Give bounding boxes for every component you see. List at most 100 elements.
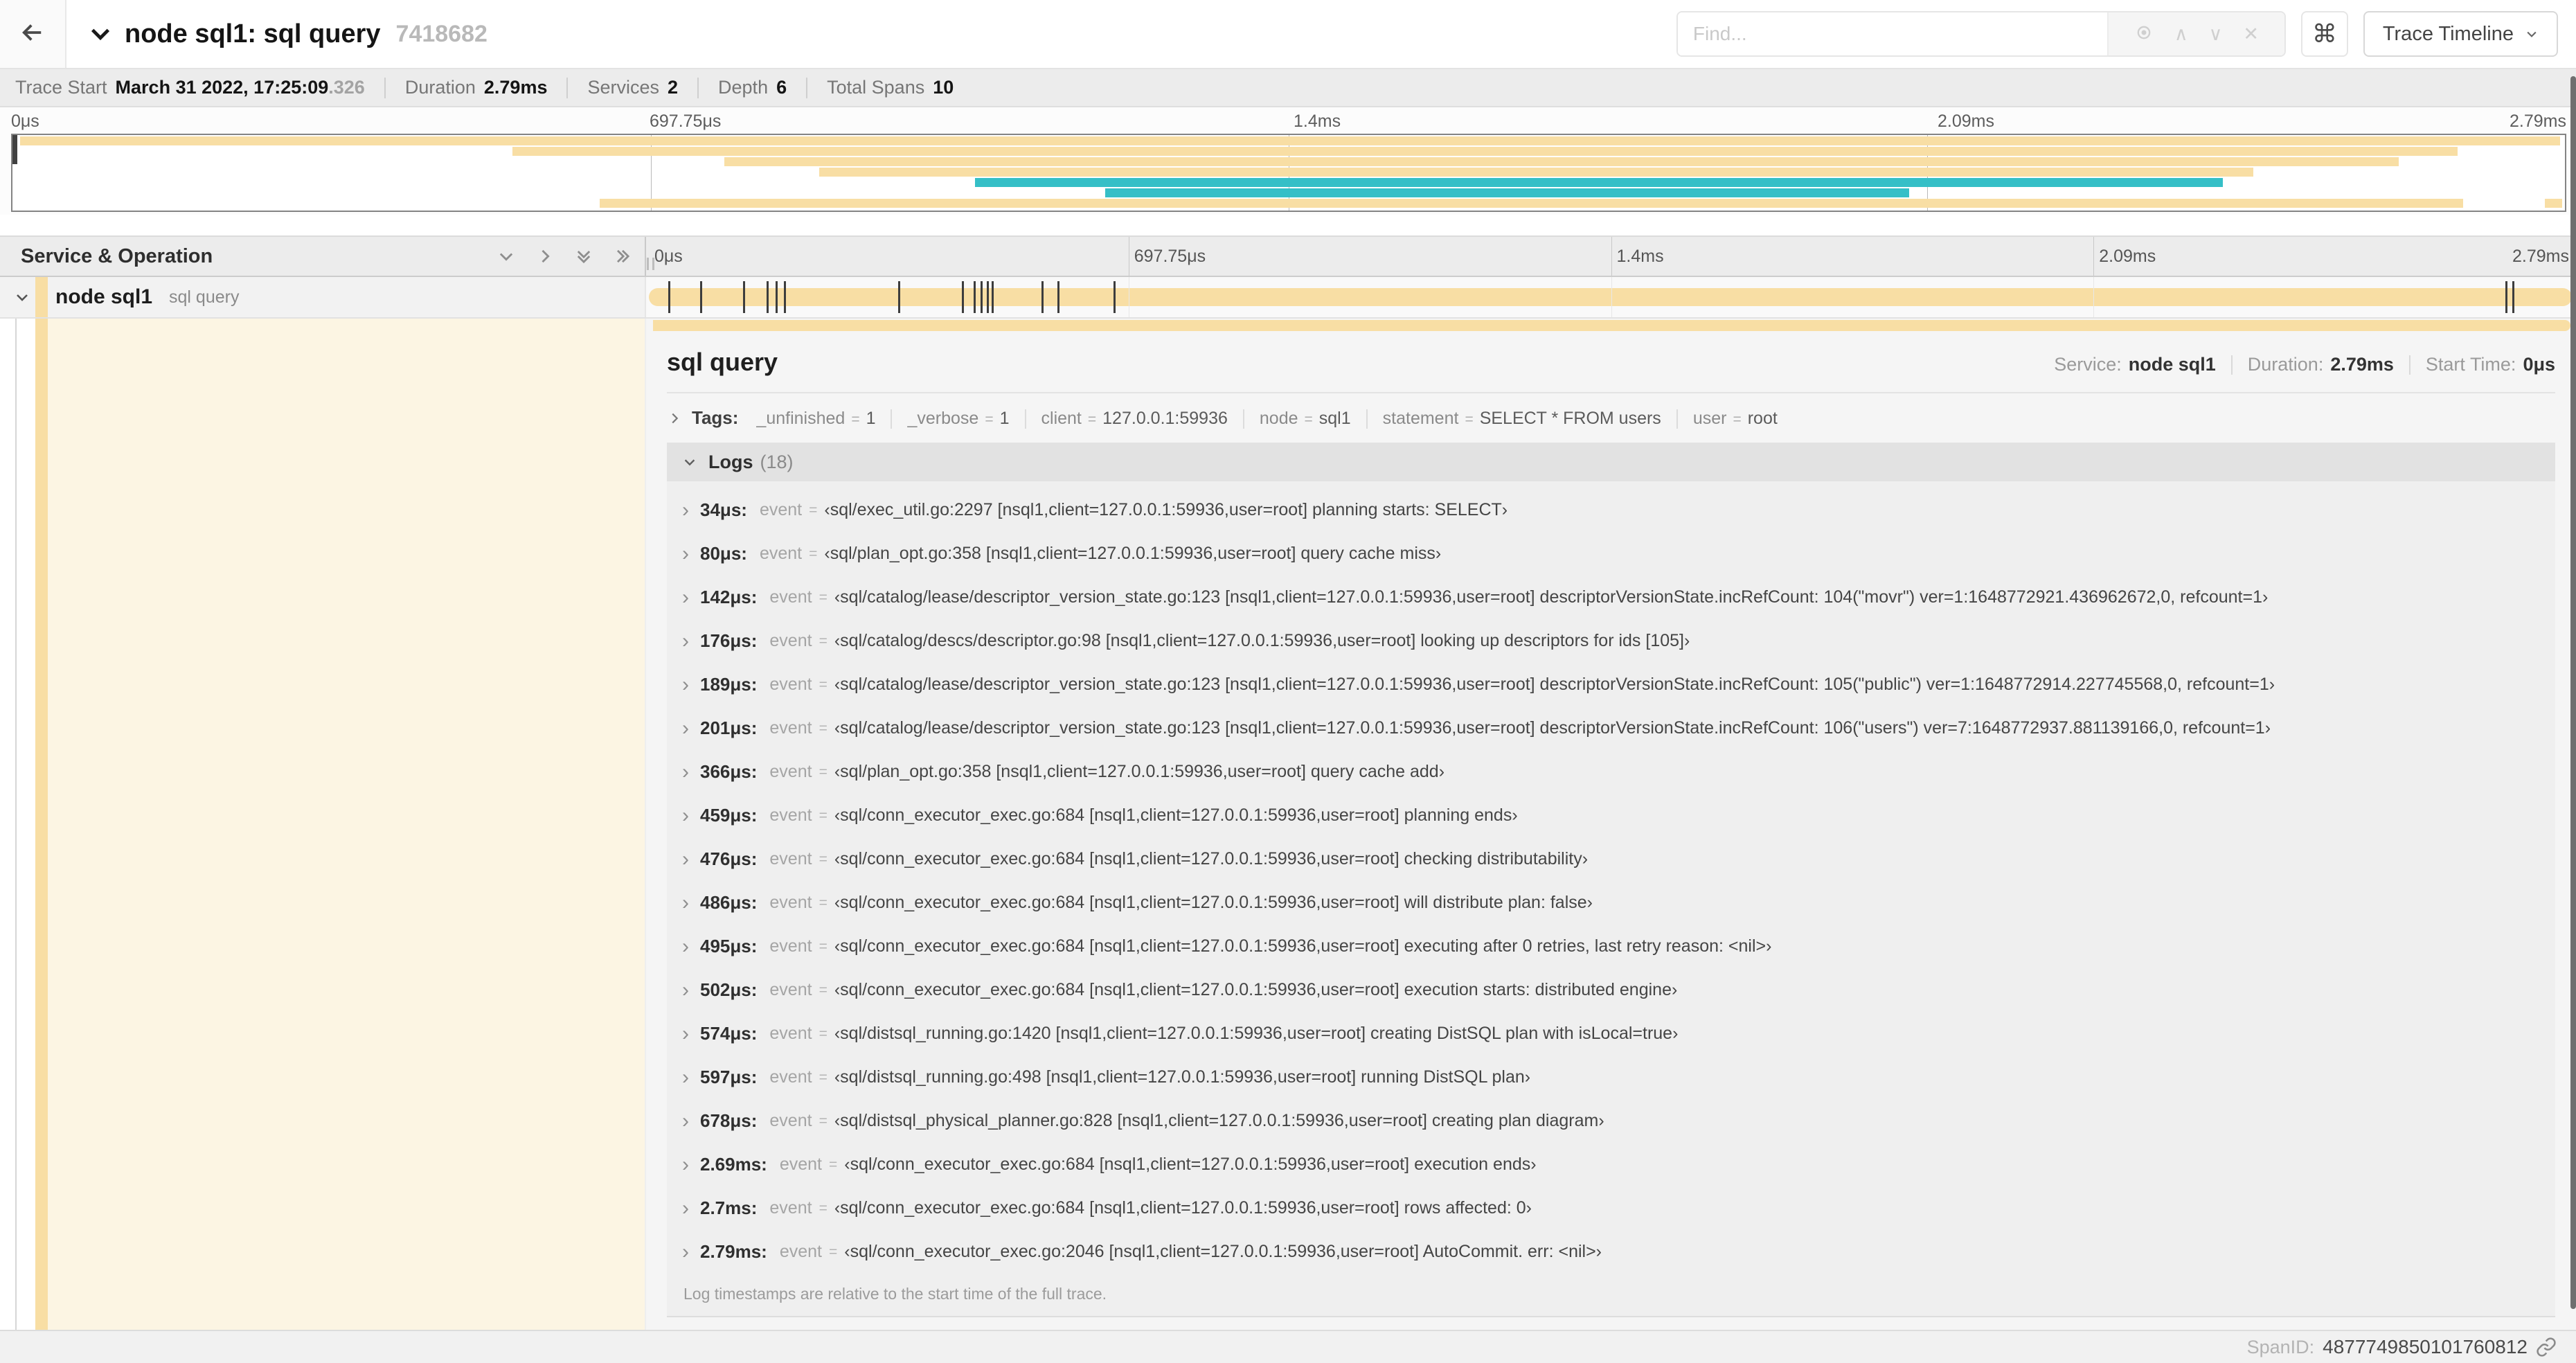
span-detail-panel: sql query Service: node sql1 Duration: 2.79… xyxy=(646,319,2576,1330)
viewport-left-handle[interactable] xyxy=(12,135,17,164)
span-name-cell[interactable]: node sql1 sql query xyxy=(0,277,646,317)
detail-overview-list: Service: node sql1 Duration: 2.79ms Start Ti… xyxy=(2054,354,2555,375)
log-equals: = xyxy=(819,894,828,911)
tag-equals: = xyxy=(1087,411,1097,427)
detail-header: sql query Service: node sql1 Duration: 2.79… xyxy=(667,331,2555,377)
log-tick-marker xyxy=(974,281,976,313)
span-color-stripe xyxy=(35,319,48,1330)
chevron-down-icon[interactable] xyxy=(89,22,112,46)
log-entry-row[interactable]: › 597μs: event = ‹sql/distsql_running.go:498… xyxy=(682,1055,2555,1099)
log-entry-row[interactable]: › 574μs: event = ‹sql/distsql_running.go:142… xyxy=(682,1012,2555,1055)
locate-icon[interactable] xyxy=(2134,23,2154,46)
log-tick-marker xyxy=(775,281,778,313)
collapse-all-icon[interactable] xyxy=(574,247,593,266)
minimap-tick-label: 2.09ms xyxy=(1938,112,1994,131)
log-equals: = xyxy=(819,632,828,649)
tag-equals: = xyxy=(985,411,994,427)
log-entry-row[interactable]: › 34μs: event = ‹sql/exec_util.go:2297 [nsql… xyxy=(682,488,2555,532)
expand-one-icon[interactable] xyxy=(535,247,555,266)
log-equals: = xyxy=(819,676,828,693)
log-entry-row[interactable]: › 201μs: event = ‹sql/catalog/lease/descript… xyxy=(682,706,2555,750)
log-field-value: ‹sql/conn_executor_exec.go:684 [nsql1,cl… xyxy=(834,893,1593,912)
log-tick-marker xyxy=(897,281,900,313)
tag-key: _verbose xyxy=(907,409,979,428)
chevron-down-icon[interactable]: ∨ xyxy=(2209,24,2223,44)
log-tick-marker xyxy=(962,281,965,313)
tag-value: 1 xyxy=(866,409,876,428)
tag-value: 127.0.0.1:59936 xyxy=(1102,409,1228,428)
minimap-span-bar xyxy=(974,178,2224,187)
log-entry-row[interactable]: › 366μs: event = ‹sql/plan_opt.go:358 [nsql1… xyxy=(682,750,2555,794)
tags-accordian[interactable]: Tags: _unfinished = 1 _verbose = 1 client = 127.… xyxy=(667,407,2555,429)
log-entry-row[interactable]: › 2.7ms: event = ‹sql/conn_executor_exec.go:… xyxy=(682,1186,2555,1230)
close-icon[interactable]: ✕ xyxy=(2243,24,2259,44)
span-bar-cell[interactable] xyxy=(646,277,2576,317)
keyboard-shortcuts-button[interactable]: ⌘ xyxy=(2300,11,2348,57)
tag-equals: = xyxy=(1733,411,1742,427)
span-service-name: node sql1 xyxy=(55,285,153,308)
scrollbar-thumb[interactable] xyxy=(2570,76,2576,1309)
logs-header[interactable]: Logs (18) xyxy=(667,443,2555,481)
minimap-span-bar xyxy=(724,157,2399,166)
summary-item: Total Spans 10 xyxy=(827,77,954,98)
find-input[interactable] xyxy=(1677,12,2107,55)
indent-guide-line xyxy=(15,319,17,1330)
chevron-right-icon: › xyxy=(682,1065,689,1089)
summary-item: Services 2 xyxy=(587,77,678,98)
log-entry-row[interactable]: › 495μs: event = ‹sql/conn_executor_exec.go:… xyxy=(682,925,2555,968)
column-resizer[interactable] xyxy=(647,258,654,270)
log-entry-row[interactable]: › 678μs: event = ‹sql/distsql_physical_plann… xyxy=(682,1099,2555,1143)
log-entry-row[interactable]: › 80μs: event = ‹sql/plan_opt.go:358 [nsql1,… xyxy=(682,532,2555,576)
overview-label: Service: xyxy=(2054,354,2122,375)
log-tick-marker xyxy=(1041,281,1044,313)
log-equals: = xyxy=(809,501,818,518)
log-timestamp: 495μs: xyxy=(700,936,758,956)
view-selector-button[interactable]: Trace Timeline xyxy=(2363,11,2558,57)
log-entry-row[interactable]: › 189μs: event = ‹sql/catalog/lease/descript… xyxy=(682,663,2555,706)
row-gridline xyxy=(1611,277,1612,317)
log-entry-row[interactable]: › 176μs: event = ‹sql/catalog/descs/descript… xyxy=(682,619,2555,663)
log-entry-row[interactable]: › 459μs: event = ‹sql/conn_executor_exec.go:… xyxy=(682,794,2555,837)
log-field-name: event xyxy=(769,893,812,912)
logs-title: Logs xyxy=(708,451,753,472)
expand-all-icon[interactable] xyxy=(613,247,632,266)
log-field-name: event xyxy=(779,1155,823,1174)
summary-divider xyxy=(384,77,386,98)
span-duration-bar[interactable] xyxy=(649,288,2572,306)
chevron-up-icon[interactable]: ∧ xyxy=(2174,24,2188,44)
log-equals: = xyxy=(819,1112,828,1129)
log-entry-row[interactable]: › 502μs: event = ‹sql/conn_executor_exec.go:… xyxy=(682,968,2555,1012)
chevron-down-icon xyxy=(2527,31,2537,37)
log-field-name: event xyxy=(769,849,812,868)
summary-label: Depth xyxy=(718,77,769,98)
chevron-right-icon: › xyxy=(682,1152,689,1176)
log-field-name: event xyxy=(769,1067,812,1087)
log-entry-row[interactable]: › 486μs: event = ‹sql/conn_executor_exec.go:… xyxy=(682,881,2555,925)
log-entry-row[interactable]: › 2.79ms: event = ‹sql/conn_executor_exec.go… xyxy=(682,1230,2555,1274)
trace-title-group: node sql1: sql query 7418682 xyxy=(89,19,488,49)
tag-key: _unfinished xyxy=(756,409,846,428)
divider xyxy=(667,392,2555,393)
log-field-value: ‹sql/catalog/descs/descriptor.go:98 [nsq… xyxy=(834,631,1690,650)
log-tick-marker xyxy=(699,281,702,313)
collapse-one-icon[interactable] xyxy=(497,247,516,266)
log-field-name: event xyxy=(779,1242,823,1261)
log-equals: = xyxy=(819,938,828,954)
log-field-value: ‹sql/conn_executor_exec.go:684 [nsql1,cl… xyxy=(834,805,1518,825)
span-row[interactable]: node sql1 sql query xyxy=(0,277,2576,319)
chevron-down-icon[interactable] xyxy=(14,289,30,305)
span-id-value: 4877749850101760812 xyxy=(2323,1336,2528,1357)
minimap-canvas[interactable] xyxy=(11,134,2566,212)
log-entry-row[interactable]: › 142μs: event = ‹sql/catalog/lease/descript… xyxy=(682,576,2555,619)
log-tick-marker xyxy=(981,281,983,313)
span-operation-name: sql query xyxy=(169,287,240,307)
log-entry-row[interactable]: › 476μs: event = ‹sql/conn_executor_exec.go:… xyxy=(682,837,2555,881)
logs-footer-note: Log timestamps are relative to the start… xyxy=(683,1285,1107,1303)
log-tick-marker xyxy=(783,281,786,313)
log-entry-row[interactable]: › 2.69ms: event = ‹sql/conn_executor_exec.go… xyxy=(682,1143,2555,1186)
find-controls: ∧ ∨ ✕ xyxy=(2107,12,2284,55)
log-timestamp: 459μs: xyxy=(700,805,758,826)
log-field-name: event xyxy=(759,544,803,563)
back-button[interactable] xyxy=(0,0,66,68)
link-icon[interactable] xyxy=(2536,1337,2557,1357)
